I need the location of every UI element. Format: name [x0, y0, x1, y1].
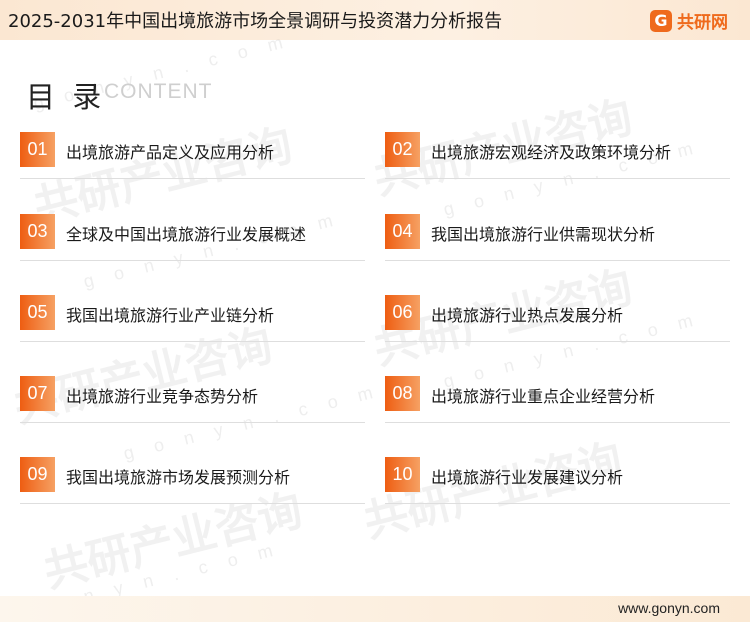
toc-item[interactable]: 06 出境旅游行业热点发展分析 — [385, 295, 730, 342]
item-label: 我国出境旅游行业产业链分析 — [66, 306, 275, 325]
toc-item[interactable]: 10 出境旅游行业发展建议分析 — [385, 457, 730, 504]
divider — [385, 422, 730, 423]
toc-item[interactable]: 04 我国出境旅游行业供需现状分析 — [385, 214, 730, 261]
report-header: 2025-2031年中国出境旅游市场全景调研与投资潜力分析报告 G 共研网 — [0, 0, 750, 40]
item-label: 出境旅游行业竞争态势分析 — [66, 387, 259, 406]
footer-url[interactable]: www.gonyn.com — [618, 600, 720, 616]
item-label: 出境旅游行业热点发展分析 — [431, 306, 624, 325]
footer-bar: www.gonyn.com — [0, 596, 750, 622]
item-number: 06 — [385, 295, 420, 330]
item-number: 01 — [20, 132, 55, 167]
brand-g-icon: G — [650, 9, 672, 32]
divider — [20, 178, 365, 179]
item-number: 08 — [385, 376, 420, 411]
toc-item[interactable]: 03 全球及中国出境旅游行业发展概述 — [20, 214, 365, 261]
divider — [20, 422, 365, 423]
report-title: 2025-2031年中国出境旅游市场全景调研与投资潜力分析报告 — [8, 11, 503, 32]
divider — [20, 503, 365, 504]
item-number: 03 — [20, 214, 55, 249]
toc-subtitle: CONTENT — [104, 80, 213, 103]
toc-item[interactable]: 01 出境旅游产品定义及应用分析 — [20, 132, 365, 179]
divider — [385, 341, 730, 342]
item-number: 10 — [385, 457, 420, 492]
item-label: 出境旅游宏观经济及政策环境分析 — [431, 143, 672, 162]
item-label: 出境旅游行业重点企业经营分析 — [431, 387, 656, 406]
toc-item[interactable]: 05 我国出境旅游行业产业链分析 — [20, 295, 365, 342]
brand-logo: G 共研网 — [650, 8, 728, 33]
toc-item[interactable]: 09 我国出境旅游市场发展预测分析 — [20, 457, 365, 504]
item-label: 出境旅游产品定义及应用分析 — [66, 143, 275, 162]
divider — [385, 178, 730, 179]
toc-item[interactable]: 07 出境旅游行业竞争态势分析 — [20, 376, 365, 423]
item-label: 全球及中国出境旅游行业发展概述 — [66, 225, 307, 244]
divider — [385, 503, 730, 504]
item-number: 07 — [20, 376, 55, 411]
divider — [385, 260, 730, 261]
item-label: 我国出境旅游行业供需现状分析 — [431, 225, 656, 244]
item-number: 05 — [20, 295, 55, 330]
toc-item[interactable]: 08 出境旅游行业重点企业经营分析 — [385, 376, 730, 423]
item-number: 09 — [20, 457, 55, 492]
toc-title: 目 录 — [26, 80, 106, 114]
divider — [20, 260, 365, 261]
divider — [20, 341, 365, 342]
item-number: 04 — [385, 214, 420, 249]
brand-name: 共研网 — [677, 13, 728, 33]
item-number: 02 — [385, 132, 420, 167]
toc-item[interactable]: 02 出境旅游宏观经济及政策环境分析 — [385, 132, 730, 179]
item-label: 我国出境旅游市场发展预测分析 — [66, 468, 291, 487]
item-label: 出境旅游行业发展建议分析 — [431, 468, 624, 487]
